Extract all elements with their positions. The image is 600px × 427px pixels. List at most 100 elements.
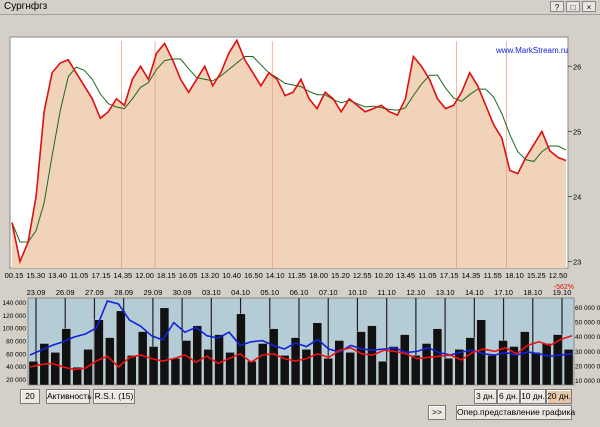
price-x-tick-label: 15.20 bbox=[331, 271, 350, 280]
day-tick-label: 26.09 bbox=[56, 288, 75, 297]
day-tick-label: 07.10 bbox=[319, 288, 338, 297]
price-y-tick-label: 24 bbox=[573, 192, 581, 201]
price-x-tick-label: 15.30 bbox=[26, 271, 45, 280]
day-tick-label: 19.10 bbox=[553, 288, 572, 297]
day-tick-label: 27.09 bbox=[85, 288, 104, 297]
range-6-days-button[interactable]: 6 дн. bbox=[497, 389, 520, 404]
volume-bar bbox=[498, 340, 508, 386]
price-x-tick-label: 13.40 bbox=[48, 271, 67, 280]
volume-bar bbox=[454, 349, 464, 386]
volume-right-tick-label: 10 000 0 bbox=[575, 378, 600, 385]
day-tick-label: 29.09 bbox=[143, 288, 162, 297]
day-tick-label: 30.09 bbox=[173, 288, 192, 297]
volume-bar bbox=[411, 355, 421, 386]
day-tick-label: 06.10 bbox=[290, 288, 309, 297]
window-controls: ? □ × bbox=[550, 1, 596, 12]
price-y-tick-label: 26 bbox=[573, 62, 581, 71]
price-x-tick-label: 18.15 bbox=[157, 271, 176, 280]
scroll-forward-button[interactable]: >> bbox=[428, 405, 446, 420]
volume-bar bbox=[269, 328, 279, 386]
day-tick-label: 17.10 bbox=[494, 288, 513, 297]
volume-right-tick-label: 30 000 0 bbox=[575, 349, 600, 356]
chart-area[interactable]: 2324252600.15 15.30 13.40 11.05 17.15 14.35 12… bbox=[0, 15, 600, 388]
volume-bar bbox=[94, 319, 104, 386]
volume-bar bbox=[356, 331, 366, 386]
price-x-tick-label: 17.15 bbox=[92, 271, 111, 280]
price-x-tick-label: 13.45 bbox=[396, 271, 415, 280]
volume-bar bbox=[50, 352, 60, 386]
window-title: Сургнфгз bbox=[4, 1, 48, 12]
price-x-tick-label: 12.50 bbox=[549, 271, 568, 280]
volume-bar bbox=[127, 355, 137, 386]
volume-right-tick-label: 40 000 0 bbox=[575, 334, 600, 341]
volume-bar bbox=[443, 358, 454, 386]
volume-bar bbox=[116, 310, 126, 386]
price-y-tick-label: 23 bbox=[573, 257, 581, 266]
volume-bar bbox=[378, 361, 388, 386]
price-x-tick-label: 15.25 bbox=[527, 271, 546, 280]
title-bar: Сургнфгз ? □ × bbox=[0, 0, 600, 15]
day-tick-label: 28.09 bbox=[114, 288, 133, 297]
price-x-tick-label: 17.15 bbox=[440, 271, 459, 280]
period-input[interactable]: 20 bbox=[20, 389, 40, 404]
volume-left-tick-label: 40 000 bbox=[6, 364, 26, 371]
volume-bar bbox=[258, 343, 268, 386]
day-tick-label: 18.10 bbox=[523, 288, 542, 297]
help-window-button[interactable]: ? bbox=[550, 1, 564, 12]
volume-left-tick-label: 120 000 bbox=[3, 313, 27, 320]
volume-bar bbox=[334, 340, 344, 386]
price-x-tick-label: 14.35 bbox=[462, 271, 481, 280]
volume-left-tick-label: 80 000 bbox=[6, 339, 26, 346]
volume-bar bbox=[214, 334, 224, 386]
day-tick-label: 11.10 bbox=[378, 288, 396, 297]
price-x-tick-label: 12.00 bbox=[135, 271, 154, 280]
volume-bar bbox=[520, 331, 530, 386]
price-x-tick-label: 18.10 bbox=[505, 271, 524, 280]
price-x-tick-label: 11.55 bbox=[484, 271, 502, 280]
volume-bar bbox=[542, 343, 552, 386]
volume-bar bbox=[170, 358, 181, 386]
range-10-days-button[interactable]: 10 дн. bbox=[520, 389, 546, 404]
price-x-tick-label: 12.55 bbox=[353, 271, 372, 280]
rsi-button[interactable]: R.S.I. (15) bbox=[93, 389, 135, 404]
volume-right-tick-label: 50 000 0 bbox=[575, 320, 600, 327]
volume-left-tick-label: 60 000 bbox=[6, 351, 26, 358]
day-tick-label: 10.10 bbox=[348, 288, 367, 297]
volume-bar bbox=[465, 337, 475, 386]
price-x-tick-label: 16.50 bbox=[244, 271, 263, 280]
volume-bar bbox=[181, 340, 191, 386]
volume-bar bbox=[400, 334, 410, 386]
price-x-tick-label: 13.20 bbox=[200, 271, 219, 280]
price-x-tick-label: 14.10 bbox=[266, 271, 285, 280]
volume-bar bbox=[236, 313, 246, 386]
range-3-days-button[interactable]: 3 дн. bbox=[474, 389, 497, 404]
day-tick-label: 13.10 bbox=[436, 288, 455, 297]
price-x-tick-label: 16.05 bbox=[179, 271, 198, 280]
activity-button[interactable]: Активность bbox=[46, 389, 92, 404]
price-x-tick-label: 18.00 bbox=[309, 271, 328, 280]
volume-bar bbox=[61, 328, 71, 386]
maximize-window-button[interactable]: □ bbox=[566, 1, 580, 12]
volume-bar bbox=[345, 352, 355, 386]
price-x-tick-label: 10.20 bbox=[375, 271, 394, 280]
volume-left-tick-label: 140 000 bbox=[3, 300, 27, 307]
close-window-button[interactable]: × bbox=[582, 1, 596, 12]
price-y-tick-label: 25 bbox=[573, 127, 581, 136]
volume-bar bbox=[138, 331, 148, 386]
range-20-days-button[interactable]: 20 дн. bbox=[546, 389, 572, 404]
brand-watermark: www.MarkStream.ru bbox=[495, 46, 568, 55]
volume-bar bbox=[159, 307, 170, 386]
price-x-tick-label: 10.40 bbox=[222, 271, 241, 280]
volume-right-tick-label: 20 000 0 bbox=[575, 363, 600, 370]
volume-left-tick-label: 20 000 bbox=[6, 377, 26, 384]
volume-bar bbox=[323, 358, 333, 386]
volume-bar bbox=[531, 352, 541, 386]
day-tick-label: 05.10 bbox=[260, 288, 279, 297]
volume-bar bbox=[192, 325, 202, 386]
price-x-tick-label: 11.35 bbox=[288, 271, 306, 280]
volume-bar bbox=[247, 361, 257, 386]
price-x-tick-label: 11.05 bbox=[418, 271, 436, 280]
chart-representation-button[interactable]: Опер.представление графика bbox=[456, 405, 575, 420]
volume-bar bbox=[487, 355, 497, 386]
day-tick-label: 14.10 bbox=[465, 288, 484, 297]
